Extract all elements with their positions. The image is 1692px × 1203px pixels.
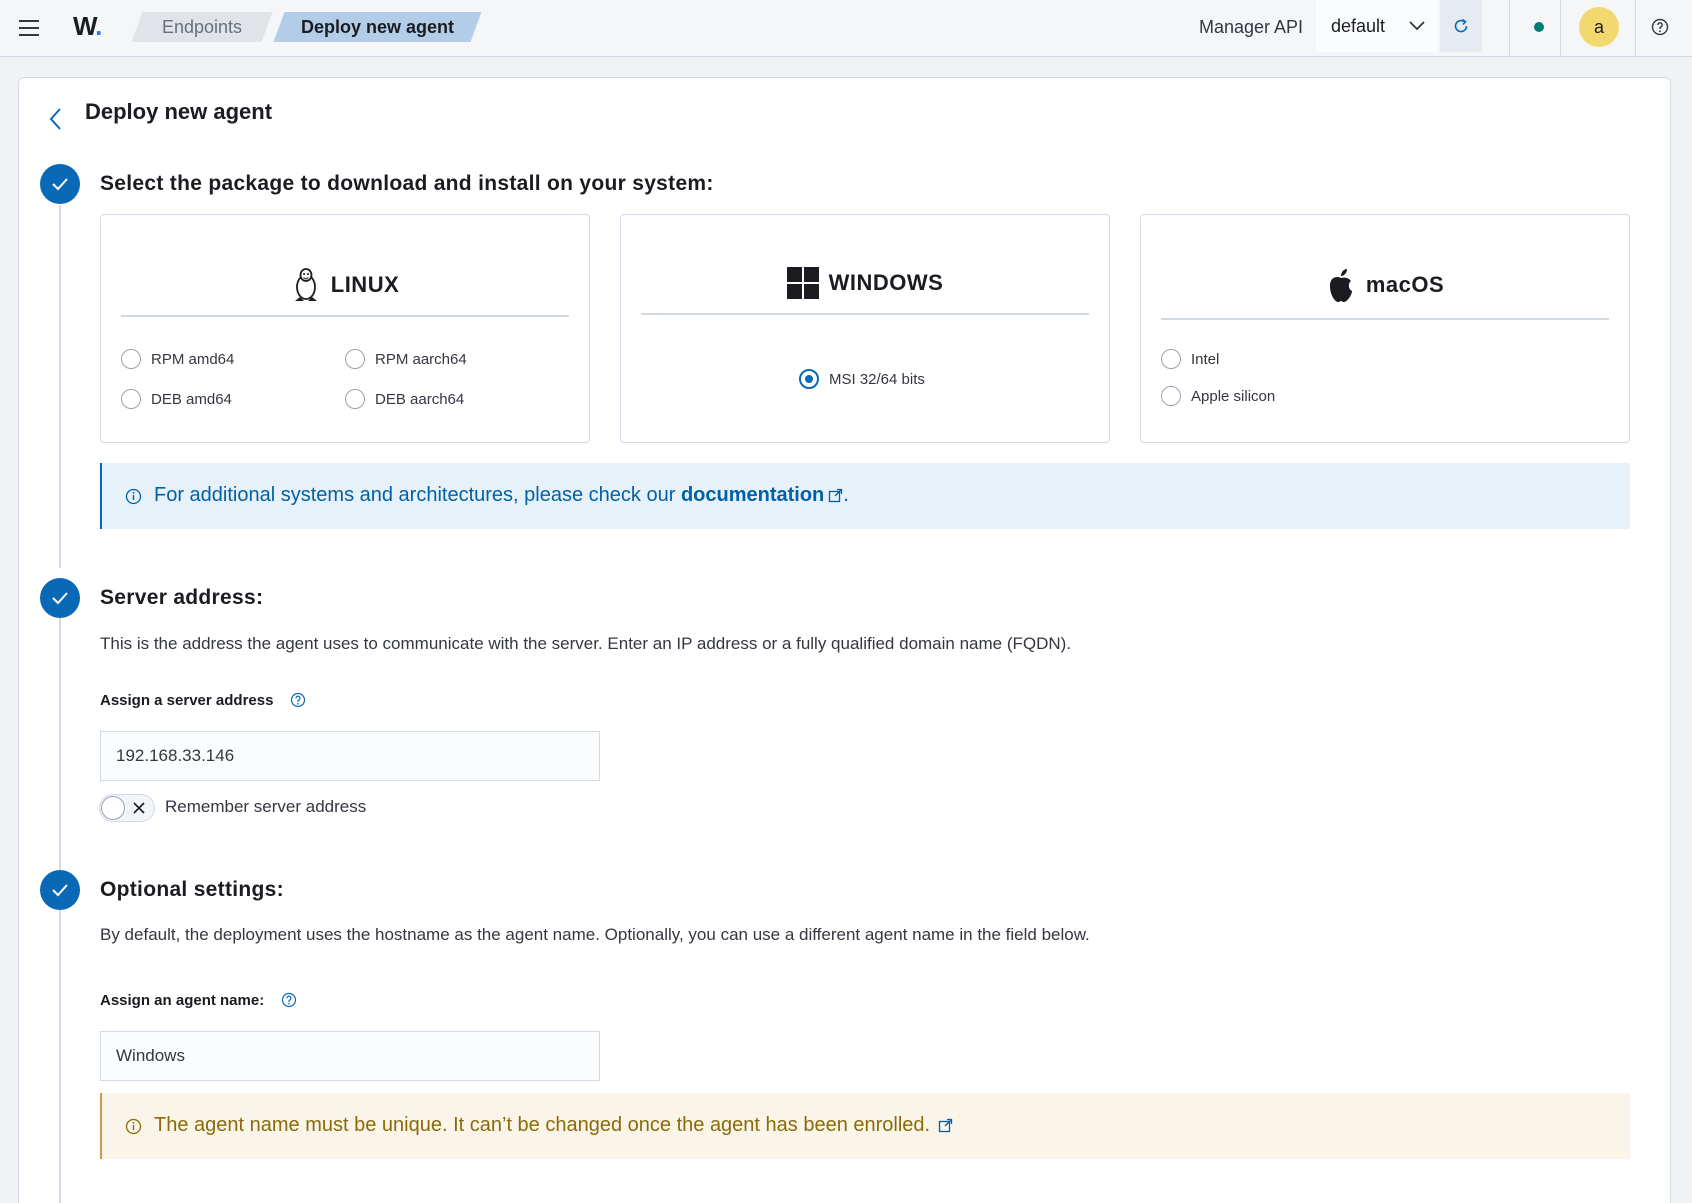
os-card-linux: LINUX RPM amd64 RPM aarch64 DEB amd64 DE… [100, 214, 590, 443]
radio-msi-32-64[interactable]: MSI 32/64 bits [799, 369, 925, 389]
radio-circle [121, 349, 141, 369]
os-card-header: WINDOWS [641, 215, 1089, 315]
apple-logo-icon [1329, 269, 1352, 302]
radio-deb-aarch64[interactable]: DEB aarch64 [345, 389, 464, 409]
radio-rpm-amd64[interactable]: RPM amd64 [121, 349, 234, 369]
radio-label: DEB aarch64 [375, 390, 465, 408]
server-address-label: Assign a server address [100, 692, 274, 709]
os-card-windows: WINDOWS MSI 32/64 bits [620, 214, 1110, 443]
avatar[interactable]: a [1579, 7, 1619, 47]
refresh-button[interactable] [1440, 0, 1482, 52]
menu-icon[interactable] [14, 14, 44, 42]
agent-name-input[interactable] [100, 1031, 600, 1081]
page-title: Deploy new agent [85, 99, 273, 124]
windows-logo-icon [786, 267, 819, 299]
refresh-icon [1454, 18, 1468, 33]
top-header: W. Endpoints Deploy new agent Manager AP… [0, 0, 1692, 57]
header-divider [1635, 0, 1636, 57]
info-text: For additional systems and architectures… [154, 484, 676, 506]
step-connector [59, 205, 61, 568]
logo-letter: W [73, 11, 96, 41]
warning-text: The agent name must be unique. It can’t … [154, 1114, 931, 1136]
radio-circle [345, 389, 365, 409]
info-callout-text: For additional systems and architectures… [154, 484, 849, 507]
step-complete-icon [40, 578, 80, 618]
help-icon[interactable] [281, 992, 297, 1008]
radio-rpm-aarch64[interactable]: RPM aarch64 [345, 349, 467, 369]
chevron-down-icon [1409, 21, 1425, 31]
info-icon [125, 1118, 142, 1135]
radio-label: RPM amd64 [151, 350, 235, 368]
os-card-macos: macOS Intel Apple silicon [1140, 214, 1630, 443]
api-select-value: default [1331, 16, 1386, 36]
api-select[interactable]: default [1316, 0, 1438, 52]
step-title-server-address: Server address: [100, 586, 264, 609]
warning-callout: The agent name must be unique. It can’t … [100, 1093, 1630, 1159]
breadcrumb-endpoints[interactable]: Endpoints [131, 12, 273, 42]
radio-deb-amd64[interactable]: DEB amd64 [121, 389, 232, 409]
info-callout: For additional systems and architectures… [100, 463, 1630, 529]
external-link-icon[interactable] [938, 1118, 953, 1133]
close-icon [133, 802, 145, 814]
remember-server-label: Remember server address [165, 797, 367, 816]
toggle-knob [101, 796, 125, 820]
os-name-macos: macOS [1365, 272, 1445, 297]
step-complete-icon [40, 164, 80, 204]
step-connector [59, 910, 61, 1203]
server-address-input[interactable] [100, 731, 600, 781]
optional-settings-description: By default, the deployment uses the host… [100, 925, 1090, 944]
radio-label: DEB amd64 [151, 390, 232, 408]
status-dot [1534, 22, 1544, 32]
external-link-icon [829, 489, 843, 503]
remember-server-toggle[interactable] [99, 794, 155, 822]
header-divider [1560, 0, 1561, 57]
radio-label: Apple silicon [1191, 387, 1276, 405]
step-connector [59, 618, 61, 871]
step-complete-icon [40, 870, 80, 910]
radio-apple-silicon[interactable]: Apple silicon [1161, 386, 1275, 406]
linux-penguin-icon [294, 268, 317, 301]
info-icon [125, 488, 142, 505]
os-name-linux: LINUX [330, 272, 400, 297]
os-card-header: LINUX [121, 215, 569, 317]
info-suffix: . [843, 484, 849, 506]
radio-circle [1161, 349, 1181, 369]
radio-label: MSI 32/64 bits [829, 370, 925, 388]
breadcrumb-label: Endpoints [161, 17, 243, 37]
header-divider [1509, 0, 1510, 57]
manager-api-label: Manager API [1199, 17, 1304, 37]
radio-circle [121, 389, 141, 409]
back-arrow-icon[interactable] [45, 106, 67, 132]
os-card-header: macOS [1161, 215, 1609, 320]
server-address-description: This is the address the agent uses to co… [100, 634, 1072, 653]
radio-circle [345, 349, 365, 369]
radio-label: RPM aarch64 [375, 350, 467, 368]
radio-intel[interactable]: Intel [1161, 349, 1219, 369]
radio-circle [1161, 386, 1181, 406]
logo-dot: . [95, 11, 102, 41]
radio-circle-checked [799, 369, 819, 389]
help-icon[interactable] [290, 692, 306, 708]
step-title-package: Select the package to download and insta… [100, 172, 714, 195]
help-icon[interactable] [1651, 18, 1669, 36]
agent-name-label: Assign an agent name: [100, 992, 265, 1009]
breadcrumb-deploy-new-agent: Deploy new agent [273, 12, 482, 42]
breadcrumb-label: Deploy new agent [300, 17, 455, 37]
logo[interactable]: W. [73, 11, 102, 42]
warning-callout-text: The agent name must be unique. It can’t … [154, 1114, 953, 1137]
os-name-windows: WINDOWS [828, 270, 944, 295]
documentation-link[interactable]: documentation [681, 484, 824, 506]
radio-label: Intel [1191, 350, 1220, 368]
step-title-optional-settings: Optional settings: [100, 878, 284, 901]
